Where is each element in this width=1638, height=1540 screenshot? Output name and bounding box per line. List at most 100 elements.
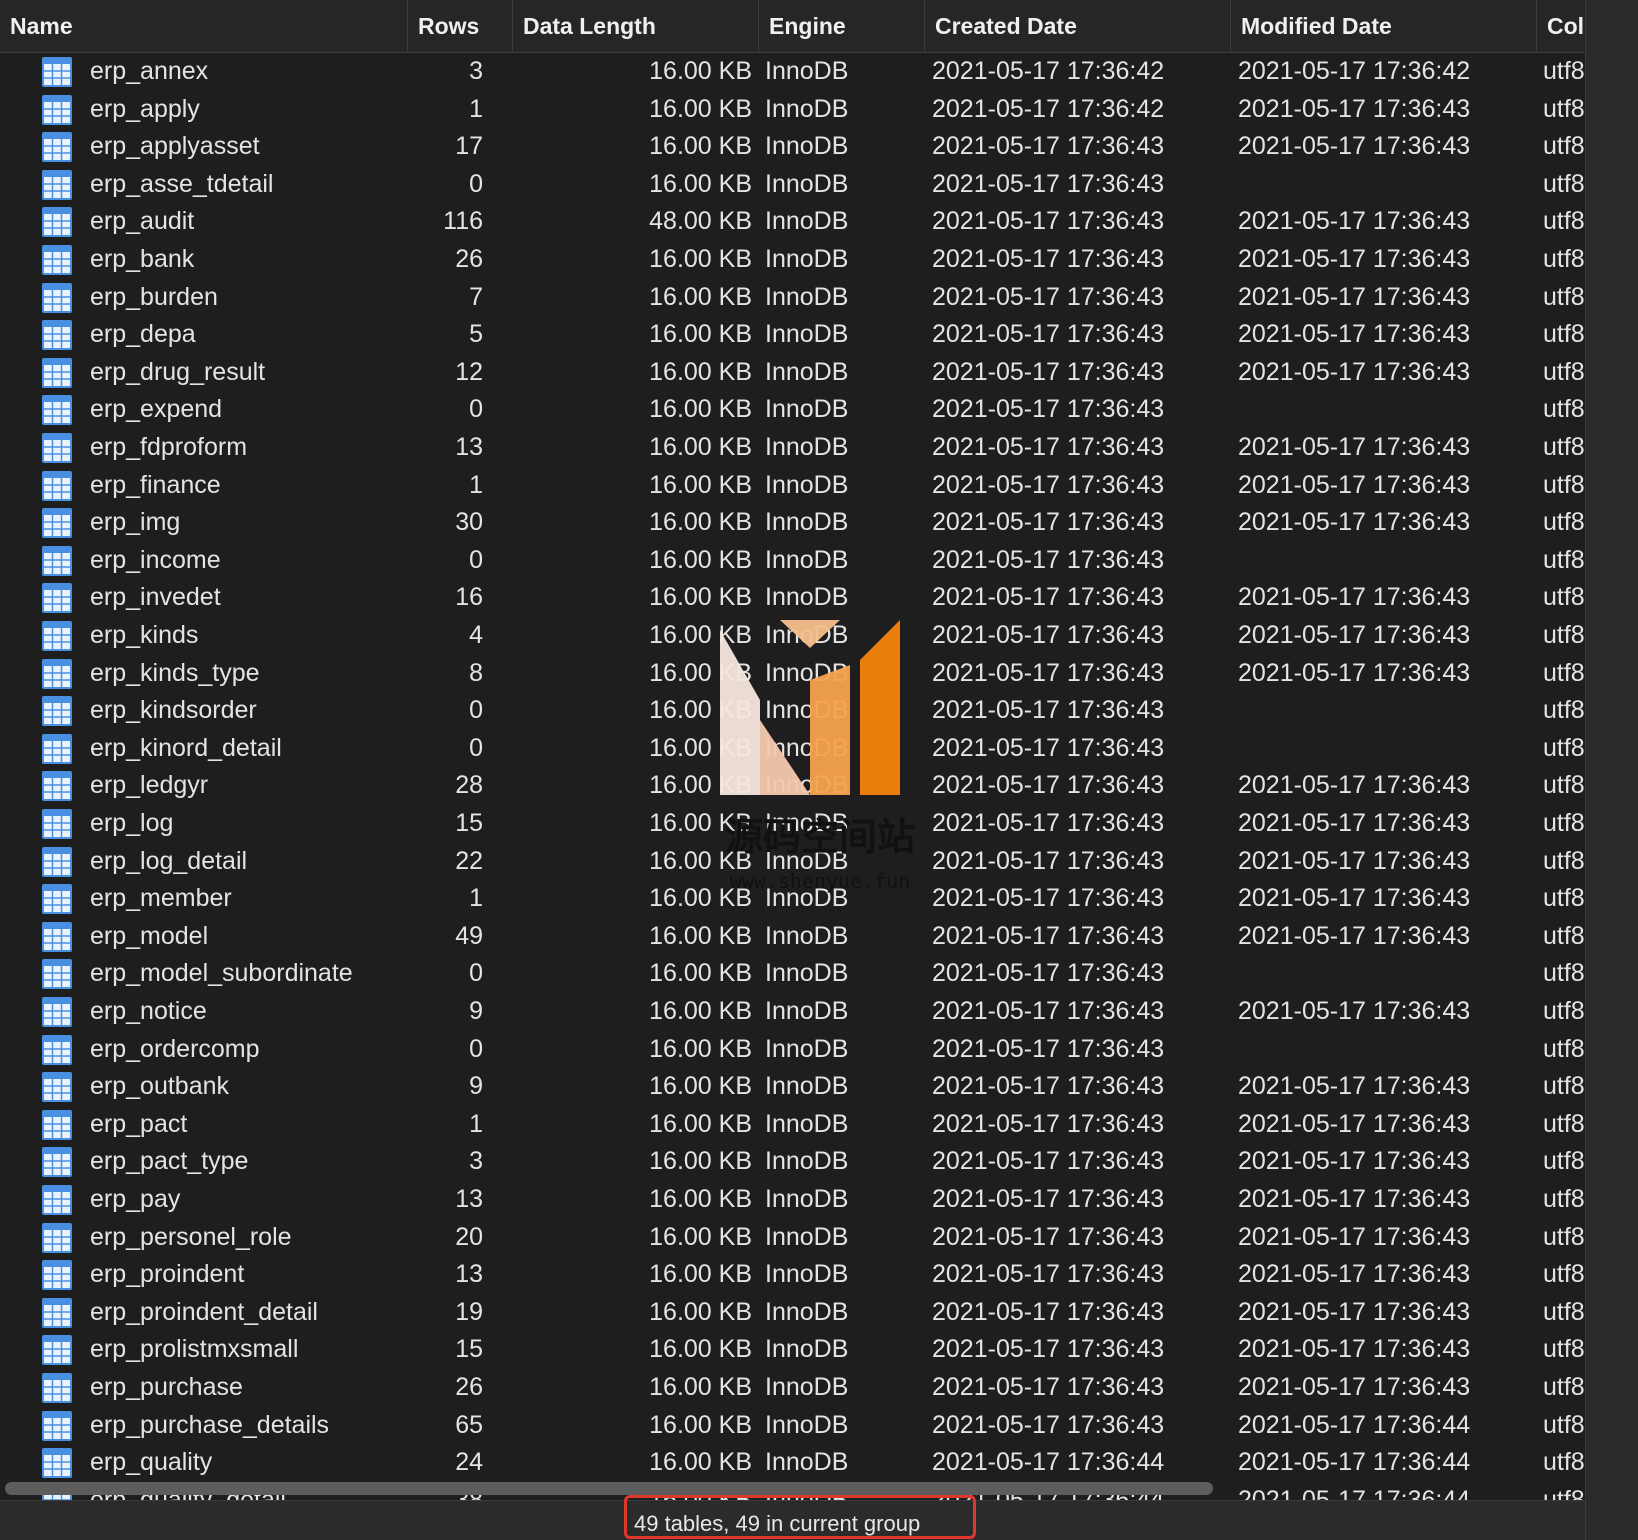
table-row[interactable]: erp_outbank 9 16.00 KB InnoDB 2021-05-17 17:… [0, 1068, 1585, 1106]
table-row[interactable]: erp_notice 9 16.00 KB InnoDB 2021-05-17 17:3… [0, 993, 1585, 1031]
table-rows-cell: 0 [469, 959, 483, 988]
table-row[interactable]: erp_ledgyr 28 16.00 KB InnoDB 2021-05-17 17:… [0, 767, 1585, 805]
table-row[interactable]: erp_bank 26 16.00 KB InnoDB 2021-05-17 17:36… [0, 241, 1585, 279]
table-row[interactable]: erp_pact_type 3 16.00 KB InnoDB 2021-05-17 1… [0, 1143, 1585, 1181]
table-row[interactable]: erp_personel_role 20 16.00 KB InnoDB 2021-05… [0, 1219, 1585, 1257]
table-name-cell: erp_log [90, 809, 174, 837]
table-rows-cell: 0 [469, 545, 483, 574]
table-row[interactable]: erp_apply 1 16.00 KB InnoDB 2021-05-17 17:36… [0, 91, 1585, 129]
table-row[interactable]: erp_model_subordinate 0 16.00 KB InnoDB 2021… [0, 955, 1585, 993]
table-name-cell: erp_member [90, 884, 232, 913]
table-rows-cell: 16 [455, 583, 483, 612]
table-row[interactable]: erp_applyasset 17 16.00 KB InnoDB 2021-05-17… [0, 128, 1585, 166]
table-name-cell: erp_kinds_type [90, 658, 260, 687]
table-row[interactable]: erp_expend 0 16.00 KB InnoDB 2021-05-17 17:3… [0, 391, 1585, 429]
table-row[interactable]: erp_audit 116 48.00 KB InnoDB 2021-05-17 17:… [0, 203, 1585, 241]
table-name-cell: erp_finance [90, 470, 221, 499]
table-row[interactable]: erp_invedet 16 16.00 KB InnoDB 2021-05-17 17… [0, 579, 1585, 617]
column-header-data-length[interactable]: Data Length [513, 0, 759, 52]
table-row[interactable]: erp_proindent_detail 19 16.00 KB InnoDB 2021… [0, 1294, 1585, 1332]
table-collation-cell: utf8 [1543, 809, 1585, 837]
table-engine-cell: InnoDB [765, 959, 849, 988]
table-grid-icon [42, 508, 72, 539]
table-name-cell: erp_income [90, 545, 221, 574]
table-row[interactable]: erp_purchase_details 65 16.00 KB InnoDB 2021… [0, 1407, 1585, 1445]
column-header-engine[interactable]: Engine [759, 0, 925, 52]
table-data-length-cell: 16.00 KB [649, 921, 752, 950]
table-modified-date-cell [1238, 391, 1538, 429]
table-icon-cell [41, 918, 75, 956]
table-name-cell: erp_img [90, 508, 181, 537]
table-modified-date-cell: 2021-05-17 17:36:43 [1238, 1373, 1471, 1401]
table-row[interactable]: erp_log 15 16.00 KB InnoDB 2021-05-17 17:36:… [0, 805, 1585, 843]
table-row[interactable]: erp_prolistmxsmall 15 16.00 KB InnoDB 2021-0… [0, 1331, 1585, 1369]
table-collation-cell: utf8 [1543, 245, 1585, 273]
table-created-date-cell: 2021-05-17 17:36:43 [932, 508, 1165, 537]
table-row[interactable]: erp_quality 24 16.00 KB InnoDB 2021-05-17 17… [0, 1444, 1585, 1482]
table-data-length-cell: 16.00 KB [649, 1185, 752, 1213]
table-row[interactable]: erp_log_detail 22 16.00 KB InnoDB 2021-05-17… [0, 843, 1585, 881]
table-grid-icon [42, 1410, 72, 1441]
table-row[interactable]: erp_member 1 16.00 KB InnoDB 2021-05-17 17:3… [0, 880, 1585, 918]
table-icon-cell [41, 1181, 75, 1219]
table-data-length-cell: 16.00 KB [649, 884, 752, 913]
table-created-date-cell: 2021-05-17 17:36:43 [932, 245, 1165, 273]
column-header-bar: Name Rows Data Length Engine Created Dat… [0, 0, 1585, 53]
table-name-cell: erp_pact [90, 1109, 188, 1138]
table-name-cell: erp_asse_tdetail [90, 169, 274, 198]
table-name-cell: erp_quality [90, 1448, 213, 1477]
column-header-modified-date[interactable]: Modified Date [1231, 0, 1537, 52]
table-icon-cell [41, 542, 75, 580]
table-grid-icon [42, 846, 72, 877]
table-row[interactable]: erp_pact 1 16.00 KB InnoDB 2021-05-17 17:36:… [0, 1106, 1585, 1144]
table-modified-date-cell: 2021-05-17 17:36:43 [1238, 470, 1471, 499]
table-grid-icon [42, 1034, 72, 1065]
table-row[interactable]: erp_annex 3 16.00 KB InnoDB 2021-05-17 17:36… [0, 53, 1585, 91]
table-modified-date-cell: 2021-05-17 17:36:43 [1238, 1260, 1471, 1289]
table-grid-icon [42, 282, 72, 313]
table-icon-cell [41, 166, 75, 204]
table-modified-date-cell: 2021-05-17 17:36:43 [1238, 132, 1471, 161]
table-icon-cell [41, 993, 75, 1031]
table-modified-date-cell: 2021-05-17 17:36:43 [1238, 771, 1471, 800]
table-row[interactable]: erp_proindent 13 16.00 KB InnoDB 2021-05-17 … [0, 1256, 1585, 1294]
table-engine-cell: InnoDB [765, 207, 849, 236]
column-header-collation[interactable]: Colla [1537, 0, 1585, 52]
table-row[interactable]: erp_kinord_detail 0 16.00 KB InnoDB 2021-05-… [0, 730, 1585, 768]
column-header-created-date[interactable]: Created Date [925, 0, 1231, 52]
table-row[interactable]: erp_asse_tdetail 0 16.00 KB InnoDB 2021-05-1… [0, 166, 1585, 204]
table-row[interactable]: erp_kindsorder 0 16.00 KB InnoDB 2021-05-17 … [0, 692, 1585, 730]
table-row[interactable]: erp_finance 1 16.00 KB InnoDB 2021-05-17 17:… [0, 467, 1585, 505]
table-modified-date-cell: 2021-05-17 17:36:43 [1238, 846, 1471, 875]
table-collation-cell: utf8 [1543, 132, 1585, 161]
table-collation-cell: utf8 [1543, 207, 1585, 236]
table-engine-cell: InnoDB [765, 1034, 849, 1063]
table-name-cell: erp_proindent [90, 1260, 245, 1289]
table-row[interactable]: erp_burden 7 16.00 KB InnoDB 2021-05-17 17:3… [0, 279, 1585, 317]
table-row[interactable]: erp_purchase 26 16.00 KB InnoDB 2021-05-17 1… [0, 1369, 1585, 1407]
table-row[interactable]: erp_kinds_type 8 16.00 KB InnoDB 2021-05-17 … [0, 655, 1585, 693]
column-header-rows[interactable]: Rows [408, 0, 513, 52]
table-grid-icon [42, 433, 72, 463]
table-icon-cell [41, 730, 75, 768]
table-grid-icon [42, 1222, 72, 1253]
table-row[interactable]: erp_img 30 16.00 KB InnoDB 2021-05-17 17:36:… [0, 504, 1585, 542]
table-row[interactable]: erp_kinds 4 16.00 KB InnoDB 2021-05-17 17:36… [0, 617, 1585, 655]
table-row[interactable]: erp_ordercomp 0 16.00 KB InnoDB 2021-05-17 1… [0, 1031, 1585, 1069]
table-row[interactable]: erp_income 0 16.00 KB InnoDB 2021-05-17 17:3… [0, 542, 1585, 580]
table-modified-date-cell: 2021-05-17 17:36:43 [1238, 1185, 1471, 1213]
table-engine-cell: InnoDB [765, 1448, 849, 1477]
table-row[interactable]: erp_model 49 16.00 KB InnoDB 2021-05-17 17:3… [0, 918, 1585, 956]
table-rows-cell: 28 [455, 771, 483, 800]
table-collation-cell: utf8 [1543, 771, 1585, 800]
table-row[interactable]: erp_drug_result 12 16.00 KB InnoDB 2021-05-1… [0, 354, 1585, 392]
table-row[interactable]: erp_depa 5 16.00 KB InnoDB 2021-05-17 17:36:… [0, 316, 1585, 354]
table-data-length-cell: 16.00 KB [649, 245, 752, 273]
table-row[interactable]: erp_pay 13 16.00 KB InnoDB 2021-05-17 17:36:… [0, 1181, 1585, 1219]
table-data-length-cell: 16.00 KB [649, 1072, 752, 1101]
table-created-date-cell: 2021-05-17 17:36:43 [932, 1373, 1165, 1401]
horizontal-scrollbar[interactable] [5, 1482, 1213, 1495]
table-modified-date-cell: 2021-05-17 17:36:43 [1238, 1335, 1471, 1364]
table-row[interactable]: erp_fdproform 13 16.00 KB InnoDB 2021-05-17 … [0, 429, 1585, 467]
column-header-name[interactable]: Name [0, 0, 408, 52]
